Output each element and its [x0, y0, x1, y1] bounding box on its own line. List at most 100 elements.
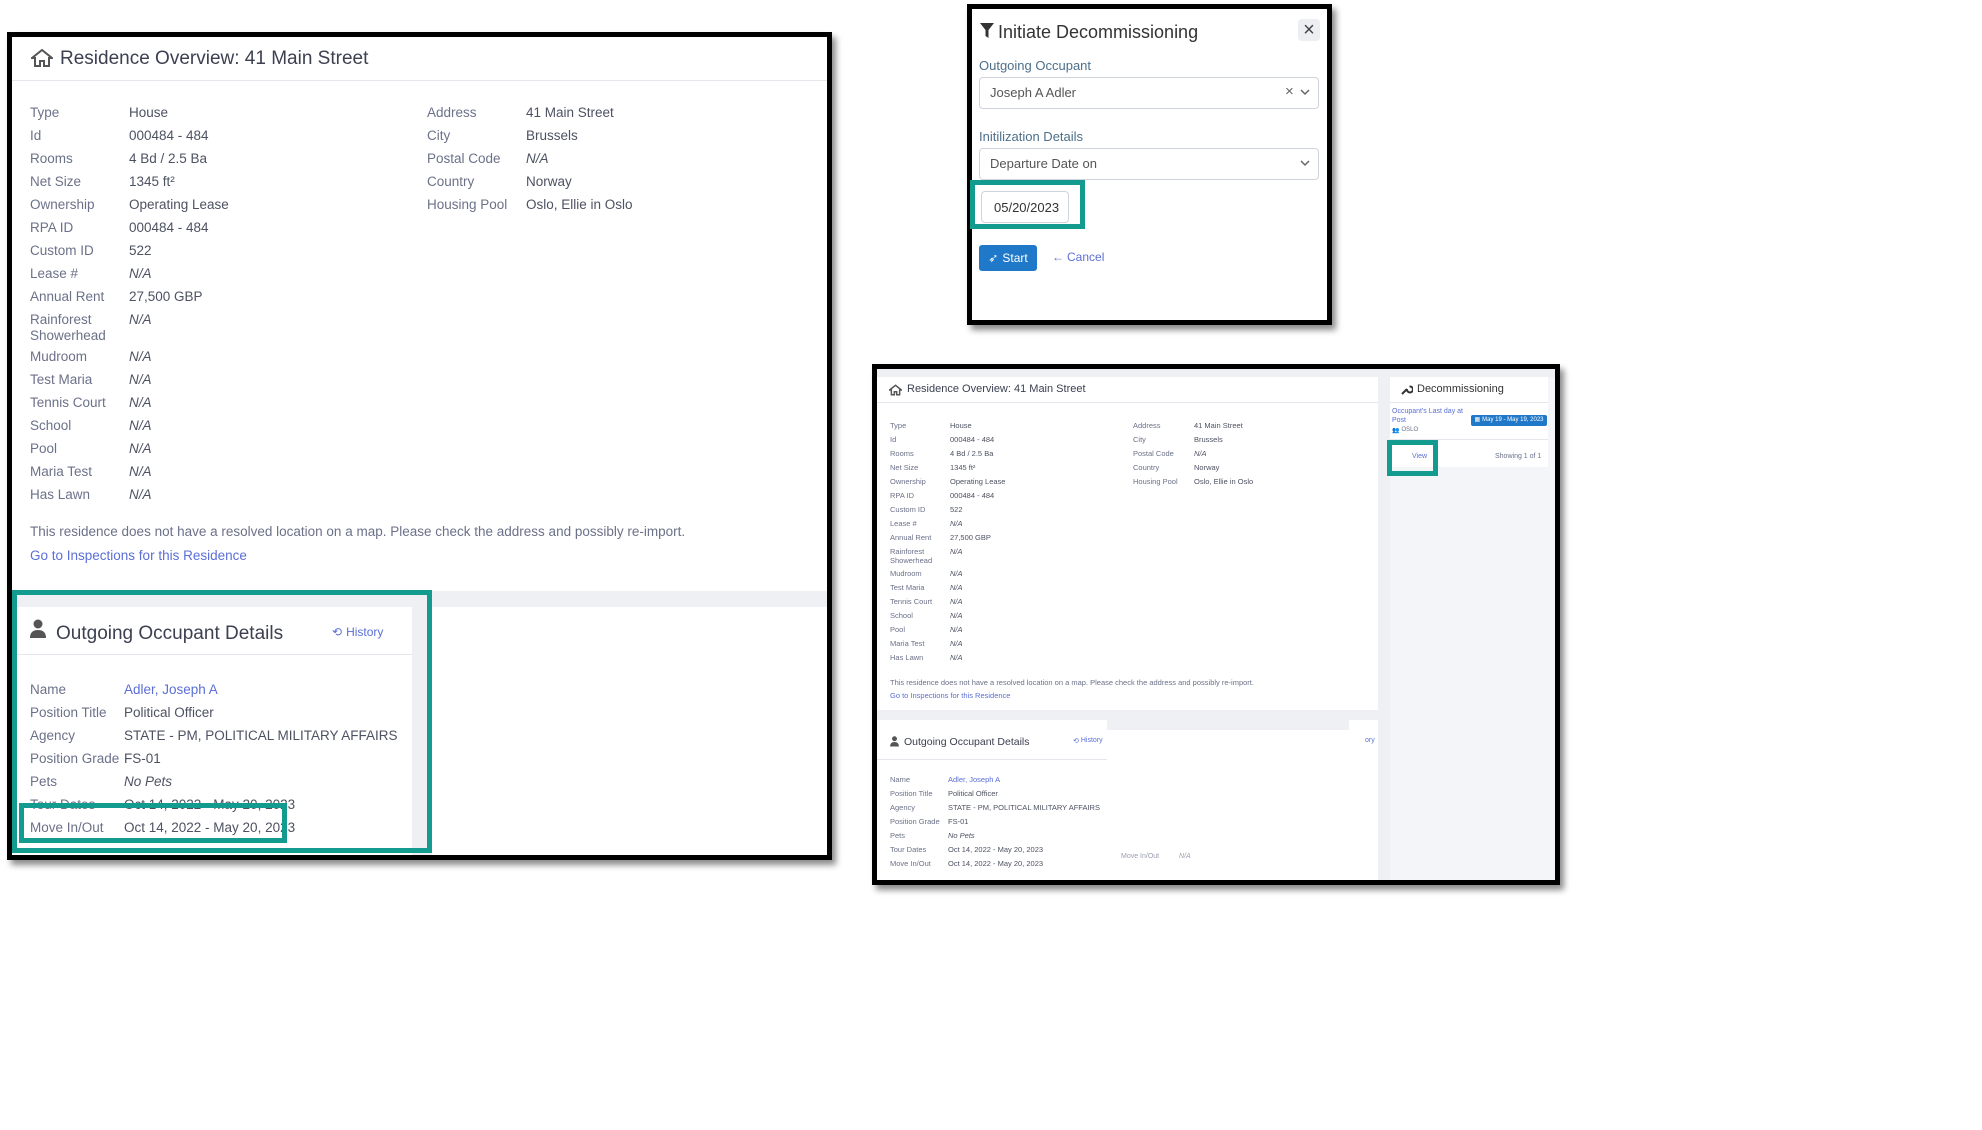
- cancel-button[interactable]: ← Cancel: [1052, 250, 1104, 264]
- init-details-select[interactable]: Departure Date on: [979, 148, 1319, 180]
- wrench-icon: [1401, 383, 1413, 395]
- field-value: STATE - PM, POLITICAL MILITARY AFFAIRS: [124, 728, 398, 743]
- field-value[interactable]: Adler, Joseph A: [948, 775, 1000, 784]
- field-value: N/A: [129, 348, 152, 364]
- clear-icon[interactable]: ×: [1285, 83, 1294, 100]
- field-label: Pets: [30, 774, 58, 789]
- field-label: Position Grade: [30, 751, 120, 766]
- field-label: Address: [427, 105, 477, 120]
- field-label: School: [890, 611, 913, 621]
- field-value: 1345 ft²: [129, 174, 175, 189]
- field-label: Maria Test: [30, 463, 93, 479]
- map-notice: This residence does not have a resolved …: [30, 524, 686, 539]
- field-value: N/A: [950, 519, 963, 528]
- calendar-icon: ▦: [1474, 417, 1481, 423]
- field-value: 000484 - 484: [950, 435, 995, 444]
- view-button[interactable]: View: [1412, 453, 1427, 460]
- field-value: N/A: [129, 371, 152, 387]
- occupant-title: Outgoing Occupant Details: [56, 623, 284, 644]
- field-value: 1345 ft²: [950, 463, 976, 472]
- field-label: Pool: [890, 625, 906, 635]
- field-value: 27,500 GBP: [129, 289, 203, 304]
- field-value: N/A: [1194, 449, 1207, 458]
- field-label: Net Size: [30, 174, 82, 189]
- field-label: Has Lawn: [890, 653, 924, 663]
- modal-title: Initiate Decommissioning: [998, 22, 1199, 42]
- departure-date-input[interactable]: 05/20/2023: [981, 191, 1069, 223]
- field-value: N/A: [950, 569, 963, 579]
- field-value: Brussels: [1194, 435, 1223, 444]
- history-button[interactable]: ⟲ History: [332, 625, 383, 639]
- small-inspections-link[interactable]: Go to Inspections for this Residence: [890, 691, 1010, 700]
- field-value[interactable]: Adler, Joseph A: [124, 682, 218, 698]
- field-label: Ownership: [890, 477, 926, 486]
- field-label: Test Maria: [890, 583, 925, 593]
- field-label: Rooms: [30, 151, 73, 166]
- field-label: Pool: [30, 440, 58, 456]
- field-value: Norway: [526, 174, 572, 189]
- field-label: Position Title: [890, 789, 933, 798]
- field-value: N/A: [129, 417, 152, 433]
- decom-date-badge: ▦ May 19 - May 19, 2023: [1471, 415, 1547, 426]
- field-label: Lease #: [30, 266, 79, 281]
- field-label: Type: [890, 421, 907, 430]
- field-value: 4 Bd / 2.5 Ba: [129, 151, 208, 166]
- field-label: Country: [427, 174, 475, 189]
- field-label: City: [1133, 435, 1146, 444]
- field-label: Ownership: [30, 197, 95, 212]
- home-icon: [31, 48, 53, 68]
- field-label: Has Lawn: [30, 486, 91, 502]
- field-label: Agency: [30, 728, 76, 743]
- decommission-modal: Initiate Decommissioning × Outgoing Occu…: [967, 4, 1332, 325]
- field-label: Postal Code: [427, 151, 501, 166]
- field-value: STATE - PM, POLITICAL MILITARY AFFAIRS: [948, 803, 1100, 812]
- field-value: N/A: [950, 639, 963, 649]
- field-value: Oct 14, 2022 - May 20, 2023: [948, 845, 1044, 854]
- field-label: Rooms: [890, 449, 914, 458]
- small-history-button[interactable]: ⟲ History: [1073, 737, 1103, 745]
- start-button[interactable]: ➶ Start: [979, 245, 1037, 271]
- outgoing-occupant-select[interactable]: Joseph A Adler ×: [979, 77, 1319, 109]
- inspections-link[interactable]: Go to Inspections for this Residence: [30, 548, 247, 563]
- field-label: Move In/Out: [890, 859, 931, 868]
- field-label: Net Size: [890, 463, 919, 472]
- field-label: Rainforest Showerhead: [890, 547, 933, 565]
- field-value: N/A: [950, 547, 963, 556]
- field-label: Agency: [890, 803, 916, 812]
- field-value: 522: [129, 243, 152, 258]
- field-value: 41 Main Street: [526, 105, 614, 120]
- field-value: Brussels: [526, 128, 578, 143]
- field-label: Housing Pool: [1133, 477, 1178, 486]
- field-value: N/A: [129, 394, 152, 410]
- rocket-icon: ➶: [988, 251, 999, 265]
- chevron-down-icon: [1300, 160, 1310, 167]
- field-label: RPA ID: [890, 491, 915, 500]
- decom-item-text[interactable]: Occupant's Last day at Post: [1392, 407, 1474, 425]
- field-value: 41 Main Street: [1194, 421, 1243, 430]
- field-value: 522: [950, 505, 963, 514]
- field-label: Test Maria: [30, 371, 93, 387]
- residence-overview-small-panel: Residence Overview: 41 Main Street Type H…: [872, 364, 1560, 885]
- field-label: Type: [30, 105, 60, 120]
- person-icon: [890, 736, 899, 747]
- field-label: City: [427, 128, 451, 143]
- field-value: House: [950, 421, 972, 430]
- filter-icon: [980, 23, 994, 39]
- partial-move-label: Move In/Out: [1121, 853, 1160, 860]
- field-label: Maria Test: [890, 639, 925, 649]
- field-value: Operating Lease: [950, 477, 1006, 486]
- field-label: Annual Rent: [890, 533, 932, 542]
- field-label: Id: [890, 435, 897, 444]
- history-icon: ⟲: [332, 625, 343, 639]
- home-icon: [889, 384, 902, 396]
- field-value: No Pets: [948, 831, 975, 840]
- field-value: FS-01: [948, 817, 969, 826]
- close-icon[interactable]: ×: [1298, 19, 1320, 41]
- field-label: Rainforest Showerhead: [30, 312, 106, 343]
- arrow-left-icon: ←: [1052, 250, 1064, 264]
- field-value: Operating Lease: [129, 197, 229, 212]
- decom-location: 👥 OSLO: [1392, 427, 1419, 434]
- field-value: 4 Bd / 2.5 Ba: [950, 449, 994, 458]
- field-value: Norway: [1194, 463, 1220, 472]
- field-label: Id: [30, 128, 42, 143]
